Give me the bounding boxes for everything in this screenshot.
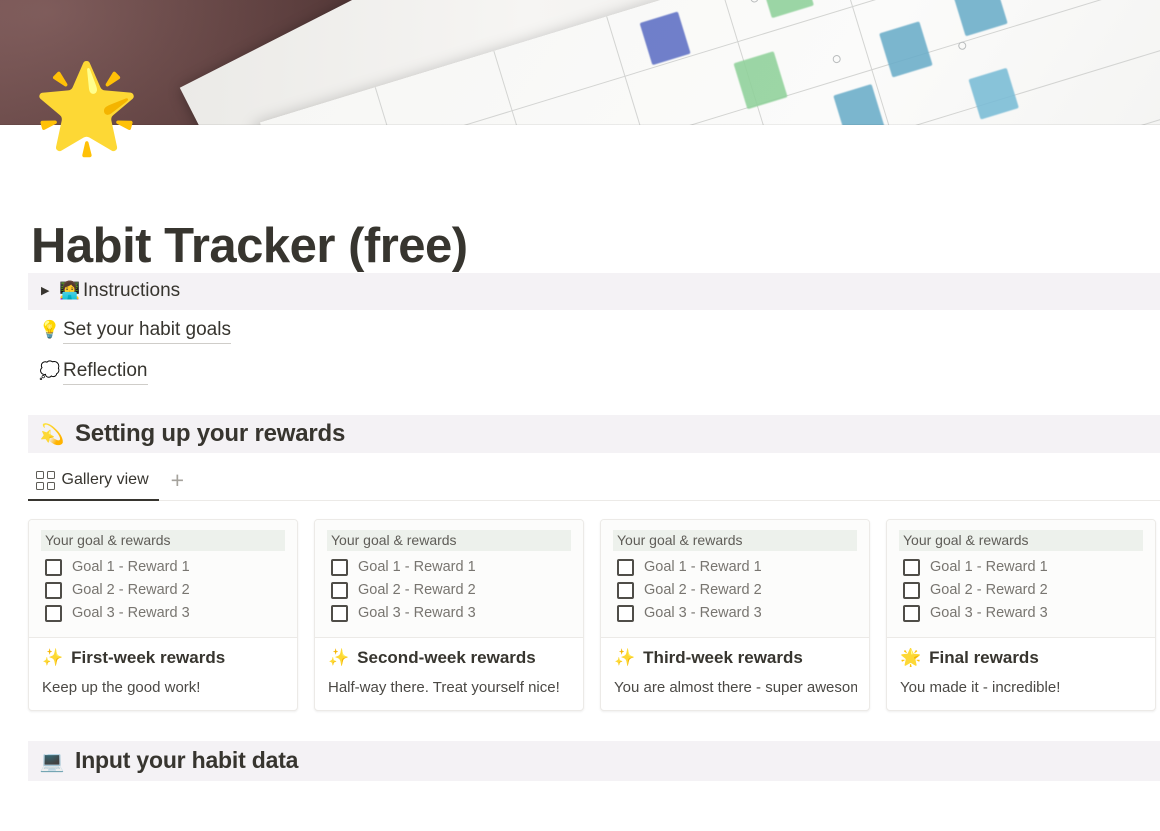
card-description: You made it - incredible!	[900, 678, 1061, 696]
todo-label: Goal 1 - Reward 1	[358, 559, 476, 576]
gallery-card[interactable]: Your goal & rewards Goal 1 - Reward 1 Go…	[600, 518, 870, 711]
add-view-button[interactable]: +	[163, 468, 192, 492]
todo-label: Goal 1 - Reward 1	[72, 559, 190, 576]
todo-label: Goal 2 - Reward 2	[930, 582, 1048, 599]
section-title-input-habit-data: Input your habit data	[75, 747, 299, 774]
card-body: 🌟 Final rewards You made it - incredible…	[887, 638, 1155, 710]
card-title-label: Third-week rewards	[643, 647, 803, 667]
checkbox-unchecked-icon[interactable]	[903, 581, 920, 599]
card-description: You are almost there - super awesome!	[614, 678, 857, 696]
preview-heading: Your goal & rewards	[327, 529, 571, 551]
todo-label: Goal 1 - Reward 1	[644, 559, 762, 576]
checkbox-unchecked-icon[interactable]	[45, 604, 62, 622]
card-title: 🌟 Final rewards	[900, 648, 1143, 668]
todo-label: Goal 3 - Reward 3	[644, 605, 762, 622]
preview-heading: Your goal & rewards	[613, 529, 857, 551]
card-title-label: Final rewards	[929, 647, 1039, 667]
todo-item[interactable]: Goal 1 - Reward 1	[41, 556, 285, 579]
section-heading-input-your-habit-data: 💻 Input your habit data	[28, 740, 1160, 781]
checkbox-unchecked-icon[interactable]	[45, 581, 62, 599]
todo-item[interactable]: Goal 3 - Reward 3	[41, 602, 285, 625]
sparkles-emoji: ✨	[614, 647, 636, 668]
glowing-star-emoji: 🌟	[900, 647, 922, 668]
todo-label: Goal 2 - Reward 2	[644, 582, 762, 599]
card-body: ✨ Third-week rewards You are almost ther…	[601, 638, 869, 710]
card-preview: Your goal & rewards Goal 1 - Reward 1 Go…	[29, 519, 297, 638]
checkbox-unchecked-icon[interactable]	[617, 581, 634, 599]
card-preview: Your goal & rewards Goal 1 - Reward 1 Go…	[887, 519, 1155, 638]
todo-label: Goal 3 - Reward 3	[72, 605, 190, 622]
todo-label: Goal 2 - Reward 2	[72, 582, 190, 599]
todo-label: Goal 1 - Reward 1	[930, 559, 1048, 576]
todo-item[interactable]: Goal 1 - Reward 1	[613, 556, 857, 579]
checkbox-unchecked-icon[interactable]	[331, 604, 348, 622]
todo-item[interactable]: Goal 3 - Reward 3	[327, 602, 571, 625]
shooting-star-emoji: 💫	[39, 421, 65, 446]
preview-heading: Your goal & rewards	[41, 529, 285, 551]
gallery-card[interactable]: Your goal & rewards Goal 1 - Reward 1 Go…	[886, 518, 1156, 711]
glowing-star-emoji[interactable]: 🌟	[33, 58, 140, 158]
card-preview: Your goal & rewards Goal 1 - Reward 1 Go…	[315, 519, 583, 638]
page-content: Habit Tracker (free) ▶ 👩‍💻 Instructions …	[0, 125, 1160, 781]
gallery-card[interactable]: Your goal & rewards Goal 1 - Reward 1 Go…	[314, 518, 584, 711]
page-link-set-your-habit-goals[interactable]: 💡 Set your habit goals	[28, 310, 1160, 351]
cover-photo: jOuRnaL ˙a	[0, 0, 1160, 125]
light-bulb-emoji: 💡	[39, 320, 61, 341]
checkbox-unchecked-icon[interactable]	[617, 558, 634, 576]
todo-label: Goal 3 - Reward 3	[930, 605, 1048, 622]
gallery-card[interactable]: Your goal & rewards Goal 1 - Reward 1 Go…	[28, 518, 298, 711]
todo-item[interactable]: Goal 1 - Reward 1	[899, 556, 1143, 579]
page-link-label-habit-goals[interactable]: Set your habit goals	[63, 317, 231, 345]
preview-heading: Your goal & rewards	[899, 529, 1143, 551]
page-cover: jOuRnaL ˙a	[0, 0, 1160, 125]
card-title-label: First-week rewards	[71, 647, 226, 667]
card-body: ✨ Second-week rewards Half-way there. Tr…	[315, 638, 583, 710]
section-heading-setting-up-your-rewards: 💫 Setting up your rewards	[28, 414, 1160, 453]
card-title: ✨ Third-week rewards	[614, 648, 857, 668]
section-title-rewards: Setting up your rewards	[75, 419, 346, 447]
card-body: ✨ First-week rewards Keep up the good wo…	[29, 638, 297, 710]
card-description: Half-way there. Treat yourself nice!	[328, 678, 560, 696]
card-title: ✨ Second-week rewards	[328, 648, 571, 668]
page-link-reflection[interactable]: 💭 Reflection	[28, 351, 1160, 392]
todo-item[interactable]: Goal 2 - Reward 2	[613, 579, 857, 602]
todo-label: Goal 2 - Reward 2	[358, 582, 476, 599]
database-view-bar: Gallery view +	[28, 460, 1160, 502]
todo-item[interactable]: Goal 3 - Reward 3	[899, 602, 1143, 625]
chevron-right-icon[interactable]: ▶	[37, 285, 57, 297]
todo-item[interactable]: Goal 2 - Reward 2	[327, 579, 571, 602]
sparkles-emoji: ✨	[328, 647, 350, 668]
checkbox-unchecked-icon[interactable]	[331, 581, 348, 599]
thought-balloon-emoji: 💭	[39, 361, 61, 382]
checkbox-unchecked-icon[interactable]	[903, 604, 920, 622]
card-title: ✨ First-week rewards	[42, 648, 285, 668]
woman-technologist-emoji: 👩‍💻	[59, 281, 81, 302]
toggle-block-instructions[interactable]: ▶ 👩‍💻 Instructions	[28, 272, 1160, 310]
checkbox-unchecked-icon[interactable]	[903, 558, 920, 576]
card-title-label: Second-week rewards	[357, 647, 536, 667]
card-preview: Your goal & rewards Goal 1 - Reward 1 Go…	[601, 519, 869, 638]
page-title: Habit Tracker (free)	[31, 219, 468, 273]
card-description: Keep up the good work!	[42, 678, 201, 696]
gallery-card-list: Your goal & rewards Goal 1 - Reward 1 Go…	[28, 518, 1160, 711]
todo-item[interactable]: Goal 2 - Reward 2	[899, 579, 1143, 602]
todo-item[interactable]: Goal 2 - Reward 2	[41, 579, 285, 602]
todo-item[interactable]: Goal 1 - Reward 1	[327, 556, 571, 579]
todo-label: Goal 3 - Reward 3	[358, 605, 476, 622]
checkbox-unchecked-icon[interactable]	[45, 558, 62, 576]
gallery-grid-icon	[36, 471, 55, 490]
todo-item[interactable]: Goal 3 - Reward 3	[613, 602, 857, 625]
laptop-emoji: 💻	[39, 748, 65, 773]
checkbox-unchecked-icon[interactable]	[331, 558, 348, 576]
toggle-label-instructions: Instructions	[83, 280, 181, 302]
page-link-label-reflection[interactable]: Reflection	[63, 358, 148, 386]
tab-gallery-view[interactable]: Gallery view	[28, 460, 159, 502]
sparkles-emoji: ✨	[42, 647, 64, 668]
tab-gallery-view-label: Gallery view	[61, 471, 149, 489]
checkbox-unchecked-icon[interactable]	[617, 604, 634, 622]
